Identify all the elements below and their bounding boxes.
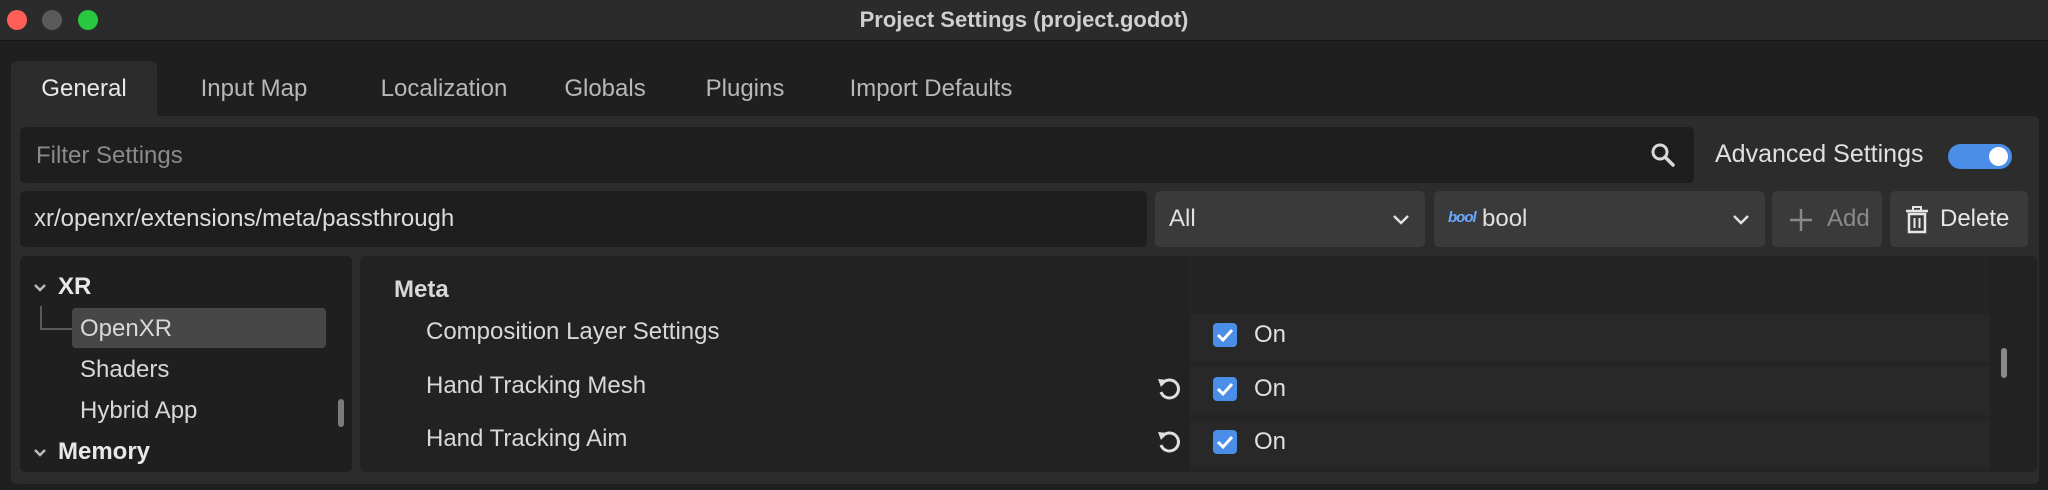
trash-icon xyxy=(1906,206,1928,234)
checkmark-icon xyxy=(1216,328,1234,343)
filter-settings-field xyxy=(20,127,1694,185)
hand-tracking-aim-checkbox[interactable] xyxy=(1213,430,1237,454)
checkbox-label: On xyxy=(1254,321,1287,348)
inspector-scrollbar[interactable] xyxy=(2001,348,2007,378)
tab-general[interactable]: General xyxy=(11,61,157,116)
feature-scope-select[interactable]: All xyxy=(1155,191,1425,247)
checkmark-icon xyxy=(1216,382,1234,397)
property-row xyxy=(1190,314,1990,362)
filter-settings-input[interactable] xyxy=(34,127,1638,185)
bool-type-icon: bool xyxy=(1448,209,1477,226)
tree-item-shaders[interactable]: Shaders xyxy=(80,356,169,384)
section-tree: XR OpenXR Shaders Hybrid App Memory xyxy=(20,256,352,472)
tab-plugins[interactable]: Plugins xyxy=(691,61,799,116)
feature-scope-value: All xyxy=(1169,205,1196,232)
property-row xyxy=(1190,420,1990,468)
chevron-down-icon[interactable] xyxy=(32,445,48,461)
property-path-text: xr/openxr/extensions/meta/passthrough xyxy=(34,205,455,232)
toggle-knob xyxy=(1989,147,2008,166)
tab-localization[interactable]: Localization xyxy=(353,61,535,116)
revert-icon[interactable] xyxy=(1156,429,1182,455)
chevron-down-icon xyxy=(1393,215,1409,225)
chevron-down-icon[interactable] xyxy=(32,280,48,296)
property-name: Hand Tracking Mesh xyxy=(426,372,647,399)
advanced-settings-label: Advanced Settings xyxy=(1715,140,1924,168)
checkbox-label: On xyxy=(1254,375,1287,402)
tree-item-memory[interactable]: Memory xyxy=(58,438,150,466)
window-title: Project Settings (project.godot) xyxy=(859,7,1189,32)
revert-icon[interactable] xyxy=(1156,376,1182,402)
property-type-select[interactable]: bool bool xyxy=(1434,191,1765,247)
add-label: Add xyxy=(1827,205,1870,232)
settings-inspector: Meta Composition Layer Settings On Hand … xyxy=(360,256,2037,472)
property-row xyxy=(1190,367,1990,415)
tree-item-hybrid-app[interactable]: Hybrid App xyxy=(80,397,197,425)
hand-tracking-mesh-checkbox[interactable] xyxy=(1213,377,1237,401)
tab-globals[interactable]: Globals xyxy=(549,61,661,116)
chevron-down-icon xyxy=(1733,215,1749,225)
tree-connector xyxy=(40,306,72,330)
property-path-input[interactable]: xr/openxr/extensions/meta/passthrough xyxy=(20,191,1147,247)
property-name: Composition Layer Settings xyxy=(426,318,720,345)
tab-import-defaults[interactable]: Import Defaults xyxy=(831,61,1031,116)
tree-item-xr[interactable]: XR xyxy=(58,273,91,301)
plus-icon xyxy=(1790,209,1812,231)
delete-label: Delete xyxy=(1940,205,2010,232)
composition-layer-checkbox[interactable] xyxy=(1213,323,1237,347)
title-bar: Project Settings (project.godot) xyxy=(0,0,2048,41)
checkmark-icon xyxy=(1216,435,1234,450)
add-property-button[interactable]: Add xyxy=(1772,191,1882,247)
advanced-settings-toggle[interactable] xyxy=(1948,144,2012,169)
tab-input-map[interactable]: Input Map xyxy=(169,61,339,116)
checkbox-label: On xyxy=(1254,428,1287,455)
property-type-value: bool xyxy=(1482,205,1528,232)
search-icon[interactable] xyxy=(1650,142,1676,168)
tree-item-openxr[interactable]: OpenXR xyxy=(80,315,172,343)
section-title: Meta xyxy=(394,276,449,303)
tree-scrollbar[interactable] xyxy=(338,399,344,427)
property-name: Hand Tracking Aim xyxy=(426,425,628,452)
delete-property-button[interactable]: Delete xyxy=(1890,191,2028,247)
